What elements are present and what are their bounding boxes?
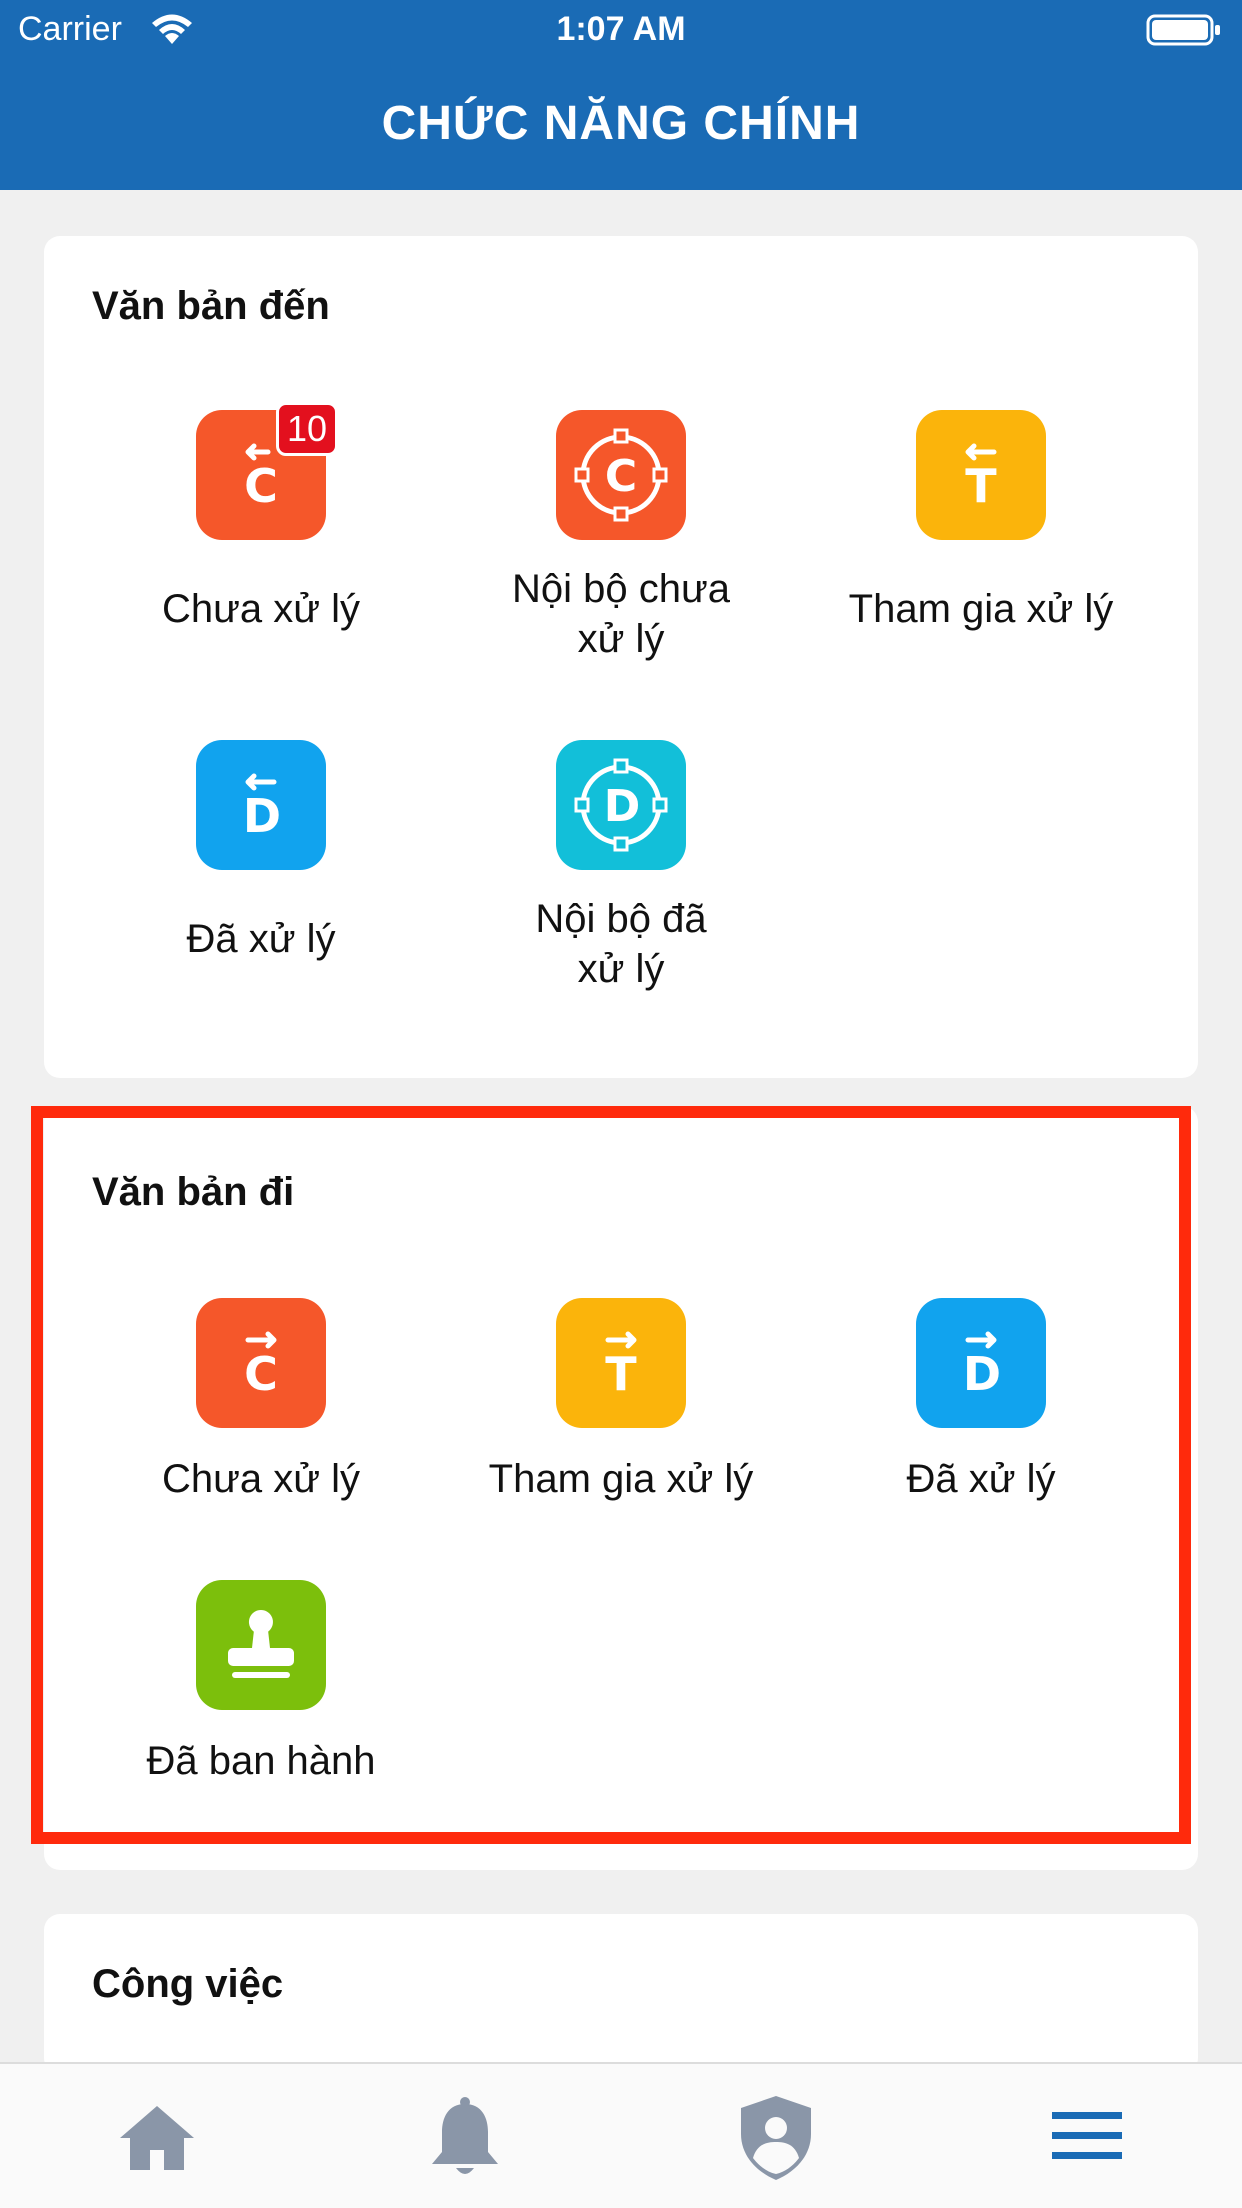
tile-label: Nội bộ đã xử lý <box>535 897 707 991</box>
incoming-participate-tile[interactable]: T Tham gia xử lý <box>811 410 1151 634</box>
tile-label: Chưa xử lý <box>161 587 361 631</box>
svg-text:D: D <box>243 789 281 843</box>
incoming-t-icon: T <box>916 410 1046 540</box>
incoming-c-icon: C 10 <box>196 402 338 540</box>
tab-notifications[interactable] <box>420 2092 510 2182</box>
tab-bar <box>0 2062 1242 2208</box>
incoming-unprocessed-tile[interactable]: C 10 Chưa xử lý <box>91 402 431 634</box>
svg-text:T: T <box>965 459 997 513</box>
highlight-box <box>31 1106 1191 1844</box>
battery-icon <box>1146 14 1220 46</box>
svg-text:C: C <box>244 459 278 513</box>
unread-count-badge: 10 <box>276 402 338 456</box>
status-bar: Carrier 1:07 AM <box>0 0 1242 62</box>
svg-text:D: D <box>604 781 641 832</box>
incoming-d-icon: D <box>196 740 326 870</box>
shield-user-icon <box>741 2096 811 2180</box>
tab-menu[interactable] <box>1042 2092 1132 2182</box>
svg-text:C: C <box>605 451 637 502</box>
tile-label: Tham gia xử lý <box>848 587 1114 631</box>
internal-unprocessed-tile[interactable]: C Nội bộ chưa xử lý <box>451 410 791 664</box>
internal-c-icon: C <box>556 410 686 540</box>
menu-icon <box>1052 2112 1122 2159</box>
incoming-processed-tile[interactable]: D Đã xử lý <box>91 740 431 964</box>
tab-home[interactable] <box>112 2092 202 2182</box>
home-icon <box>120 2106 194 2170</box>
tasks-title: Công việc <box>92 1962 284 2006</box>
internal-processed-tile[interactable]: D Nội bộ đã xử lý <box>451 740 791 994</box>
tasks-card: Công việc <box>44 1914 1198 2074</box>
internal-d-icon: D <box>556 740 686 870</box>
incoming-docs-card: Văn bản đến C 10 Chưa xử lý C Nội bộ chư… <box>44 236 1198 1078</box>
incoming-docs-title: Văn bản đến <box>92 284 330 328</box>
tile-label: Đã xử lý <box>186 917 336 961</box>
app-header: Carrier 1:07 AM CHỨC NĂNG CHÍNH <box>0 0 1242 190</box>
status-time: 1:07 AM <box>556 10 686 48</box>
page-title: CHỨC NĂNG CHÍNH <box>381 97 861 150</box>
tab-profile[interactable] <box>731 2092 821 2182</box>
bell-icon <box>432 2097 498 2174</box>
tile-label: Nội bộ chưa xử lý <box>511 567 730 661</box>
